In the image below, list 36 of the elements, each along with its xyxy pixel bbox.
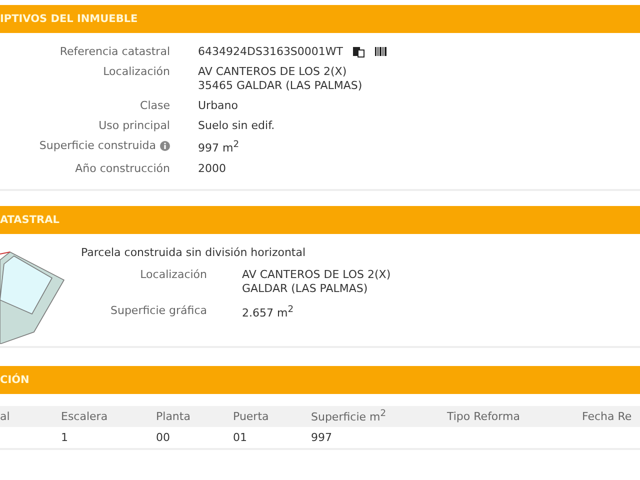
field-label: Superficie construida [39,139,156,152]
field-label: Referencia catastral [60,45,170,58]
column-header: Escalera [61,410,109,423]
table-cell-text: 01 [233,430,248,444]
field-value: Suelo sin edif. [198,119,275,132]
field-value: 997 m$^{2}$ [198,139,240,155]
table-cell-text: 00 [156,430,171,444]
field-value: GALDAR (LAS PALMAS) [242,282,368,295]
field-label: Clase [140,99,170,112]
field-value: 2000 [198,162,226,175]
column-header: Puerta [233,410,270,423]
section-title: ATASTRAL [0,214,60,226]
field-label: Año construcción [75,162,170,175]
field-label: Localización [140,268,207,281]
column-header: Planta [156,410,192,423]
field-value: Urbano [198,99,238,112]
info-icon[interactable] [160,141,170,151]
field-value: AV CANTEROS DE LOS 2(X) [198,65,347,78]
parcel-description: Parcela construida sin división horizontal [81,246,307,259]
copy-icon[interactable] [353,46,366,58]
column-header: Tipo Reforma [447,410,521,423]
section-title: IPTIVOS DEL INMUEBLE [0,13,138,25]
column-header: al [0,410,11,423]
field-label: Superficie gráfica [110,304,207,317]
barcode-icon[interactable] [375,46,388,58]
column-header: Superficie m$^{2}$ [311,408,388,424]
field-value: 2.657 m$^{2}$ [242,304,294,320]
field-value: 35465 GALDAR (LAS PALMAS) [198,79,362,92]
section-title: CIÓN [0,374,30,386]
field-label: Localización [103,65,170,78]
field-value: 6434924DS3163S0001WT [198,45,344,58]
column-header: Fecha Re [582,410,633,423]
table-cell-text: 1 [61,430,69,444]
field-label: Uso principal [98,119,170,132]
table-cell-text: 997 [311,430,333,444]
field-value: AV CANTEROS DE LOS 2(X) [242,268,391,281]
